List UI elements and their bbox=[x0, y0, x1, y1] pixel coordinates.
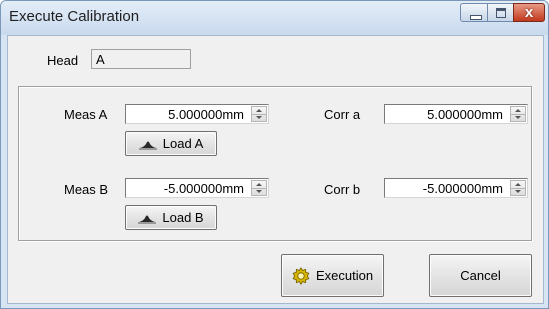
meas-b-label: Meas B bbox=[64, 182, 109, 197]
minimize-icon bbox=[470, 15, 482, 20]
corr-b-spin-arrows[interactable] bbox=[510, 180, 526, 196]
execution-button[interactable]: Execution bbox=[281, 254, 384, 297]
load-b-label: Load B bbox=[162, 210, 204, 225]
window-title: Execute Calibration bbox=[9, 8, 140, 25]
spin-down-icon[interactable] bbox=[256, 116, 262, 119]
surface-profile-icon bbox=[138, 141, 157, 149]
surface-profile-icon bbox=[138, 215, 157, 223]
meas-a-label: Meas A bbox=[64, 107, 108, 122]
corr-a-label: Corr a bbox=[324, 107, 361, 122]
close-button[interactable]: x bbox=[513, 3, 545, 22]
spin-up-icon[interactable] bbox=[256, 183, 262, 186]
meas-b-value: -5.000000mm bbox=[163, 181, 244, 196]
corr-b-value: -5.000000mm bbox=[422, 181, 503, 196]
measurement-group: Meas A 5.000000mm Load A Meas B -5.00000… bbox=[18, 86, 532, 241]
spin-up-icon[interactable] bbox=[515, 109, 521, 112]
meas-b-spin-arrows[interactable] bbox=[251, 180, 267, 196]
meas-a-value: 5.000000mm bbox=[168, 107, 244, 122]
minimize-button[interactable] bbox=[460, 3, 488, 22]
gear-icon bbox=[292, 266, 310, 285]
dialog-client-area: Head A Meas A 5.000000mm Load A Meas B -… bbox=[7, 35, 544, 304]
spin-down-icon[interactable] bbox=[256, 190, 262, 193]
corr-a-value: 5.000000mm bbox=[427, 107, 503, 122]
meas-a-spinbox[interactable]: 5.000000mm bbox=[125, 104, 269, 124]
close-icon: x bbox=[524, 4, 534, 21]
corr-a-spin-arrows[interactable] bbox=[510, 106, 526, 122]
calibration-window: Execute Calibration x Head A Meas A 5.00… bbox=[0, 0, 549, 309]
spin-down-icon[interactable] bbox=[515, 190, 521, 193]
load-b-button[interactable]: Load B bbox=[125, 205, 217, 230]
execution-label: Execution bbox=[315, 268, 374, 283]
load-a-label: Load A bbox=[162, 136, 204, 151]
corr-b-spinbox[interactable]: -5.000000mm bbox=[384, 178, 528, 198]
load-a-button[interactable]: Load A bbox=[125, 131, 217, 156]
meas-b-spinbox[interactable]: -5.000000mm bbox=[125, 178, 269, 198]
corr-a-spinbox[interactable]: 5.000000mm bbox=[384, 104, 528, 124]
maximize-icon bbox=[496, 8, 506, 18]
cancel-button[interactable]: Cancel bbox=[429, 254, 532, 297]
spin-down-icon[interactable] bbox=[515, 116, 521, 119]
head-label: Head bbox=[47, 53, 79, 68]
spin-up-icon[interactable] bbox=[256, 109, 262, 112]
spin-up-icon[interactable] bbox=[515, 183, 521, 186]
meas-a-spin-arrows[interactable] bbox=[251, 106, 267, 122]
maximize-button[interactable] bbox=[487, 3, 514, 22]
title-bar[interactable]: Execute Calibration x bbox=[1, 1, 548, 35]
corr-b-label: Corr b bbox=[324, 182, 361, 197]
head-field: A bbox=[91, 49, 191, 69]
cancel-label: Cancel bbox=[460, 268, 501, 283]
